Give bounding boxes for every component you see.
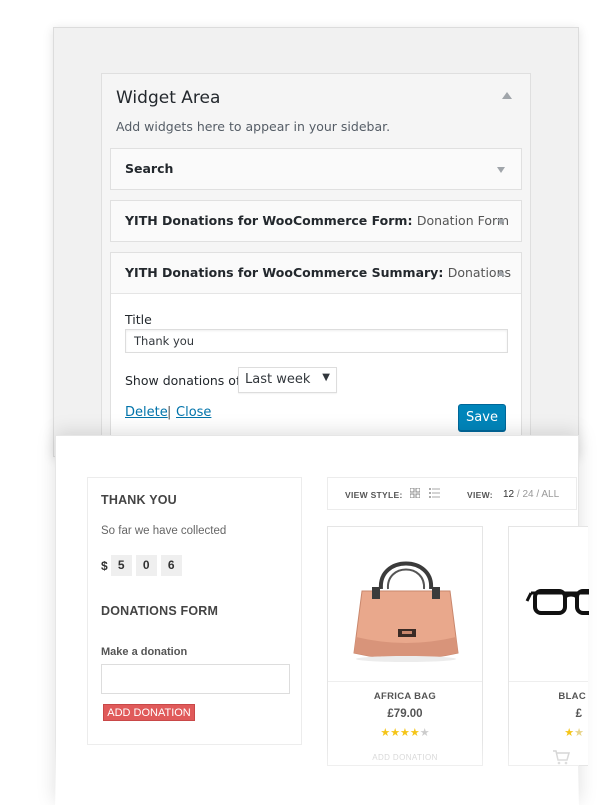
widget-header[interactable]: Search — [111, 149, 521, 189]
caret-down-icon: ▼ — [322, 372, 330, 383]
product-card[interactable]: AFRICA BAG £79.00 ★★★★★ ADD DONATION — [327, 526, 483, 766]
period-select[interactable]: Last week ▼ — [238, 367, 337, 393]
add-donation-button[interactable]: ADD DONATION — [103, 704, 195, 721]
widget-header[interactable]: YITH Donations for WooCommerce Form: Don… — [111, 201, 521, 241]
collected-text: So far we have collected — [101, 525, 227, 537]
chevron-down-icon[interactable] — [497, 219, 505, 225]
link-separator: | — [167, 405, 172, 420]
product-price: £ — [575, 708, 582, 720]
product-image[interactable] — [509, 527, 599, 682]
view-count-options[interactable]: 12 / 24 / ALL — [503, 489, 559, 500]
chevron-up-icon[interactable] — [502, 92, 512, 99]
chevron-up-icon[interactable] — [497, 270, 505, 276]
view-style-label: VIEW STYLE: — [345, 490, 403, 500]
list-view-icon[interactable] — [429, 488, 440, 498]
widget-title: Search — [125, 161, 174, 176]
widget-area: Widget Area Add widgets here to appear i… — [101, 73, 531, 473]
rating-stars: ★★ — [564, 727, 584, 739]
product-price: £79.00 — [387, 708, 423, 720]
widget-title: YITH Donations for WooCommerce Form: Don… — [125, 213, 510, 228]
widget-title: YITH Donations for WooCommerce Summary: … — [125, 265, 512, 280]
title-input[interactable]: Thank you — [125, 329, 508, 353]
save-button[interactable]: Save — [458, 404, 506, 431]
shop-panel: THANK YOU So far we have collected $ 5 0… — [55, 435, 599, 805]
counter-digit: 0 — [135, 555, 157, 576]
widget-search[interactable]: Search — [110, 148, 522, 190]
widget-donation-form[interactable]: YITH Donations for WooCommerce Form: Don… — [110, 200, 522, 242]
counter-digit: 5 — [110, 555, 132, 576]
rating-stars: ★★★★★ — [380, 727, 430, 739]
bag-image — [353, 561, 459, 662]
widget-area-title: Widget Area — [116, 88, 221, 108]
widget-donation-summary[interactable]: YITH Donations for WooCommerce Summary: … — [110, 252, 522, 444]
product-name[interactable]: BLAC — [509, 691, 588, 702]
widget-area-description: Add widgets here to appear in your sideb… — [116, 119, 391, 134]
widget-settings: Title Thank you Show donations of Last w… — [111, 293, 521, 443]
donation-amount-input[interactable] — [101, 664, 290, 694]
donation-counter: $ 5 0 6 — [101, 555, 186, 576]
shop-sidebar: THANK YOU So far we have collected $ 5 0… — [87, 477, 302, 745]
widget-header[interactable]: YITH Donations for WooCommerce Summary: … — [111, 253, 521, 293]
admin-panel: Widget Area Add widgets here to appear i… — [53, 27, 579, 473]
product-card[interactable]: BLAC £ ★★ — [508, 526, 599, 766]
product-name[interactable]: AFRICA BAG — [328, 691, 482, 702]
product-image[interactable] — [328, 527, 482, 682]
title-label: Title — [125, 312, 152, 327]
show-donations-label: Show donations of — [125, 373, 241, 388]
view-label: VIEW: — [467, 490, 493, 500]
add-donation-link[interactable]: ADD DONATION — [328, 753, 482, 762]
thank-you-heading: THANK YOU — [101, 493, 177, 507]
counter-digit: 6 — [160, 555, 182, 576]
chevron-down-icon[interactable] — [497, 167, 505, 173]
delete-link[interactable]: Delete — [125, 405, 168, 420]
make-donation-label: Make a donation — [101, 646, 188, 658]
grid-view-icon[interactable] — [410, 488, 420, 498]
glasses-image — [525, 589, 599, 615]
currency-symbol: $ — [101, 558, 108, 573]
view-toolbar: VIEW STYLE: VIEW: 12 / 24 / ALL — [327, 477, 577, 510]
donations-form-heading: DONATIONS FORM — [101, 604, 219, 618]
close-link[interactable]: Close — [176, 405, 211, 420]
cart-icon[interactable] — [552, 749, 570, 765]
